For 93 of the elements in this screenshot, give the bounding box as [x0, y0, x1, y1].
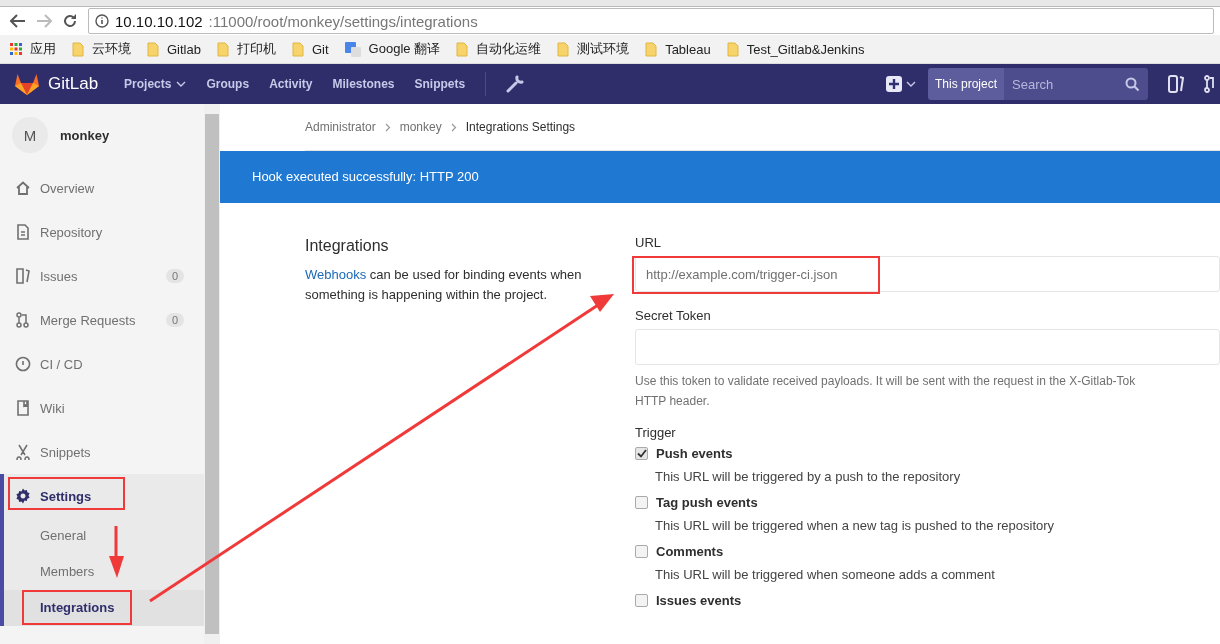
- checkbox[interactable]: [635, 544, 648, 558]
- chevron-right-icon: [450, 122, 457, 132]
- chevron-down-icon: [906, 81, 916, 87]
- bookmark[interactable]: 云环境: [72, 40, 131, 58]
- chevron-down-icon: [176, 81, 187, 87]
- back-icon[interactable]: [10, 14, 26, 28]
- sidebar-subitem[interactable]: Members: [4, 554, 204, 590]
- sidebar-item[interactable]: Merge Requests 0: [0, 298, 204, 342]
- scrollbar[interactable]: [204, 104, 220, 644]
- sidebar-item[interactable]: Snippets: [0, 430, 204, 474]
- sidebar-item[interactable]: Wiki: [0, 386, 204, 430]
- token-input-field[interactable]: [635, 329, 1220, 365]
- project-name[interactable]: monkey: [60, 127, 110, 143]
- checkbox-label[interactable]: Comments: [656, 543, 724, 559]
- sidebar-item[interactable]: Repository: [0, 210, 204, 254]
- field-label: Secret Token: [635, 308, 712, 323]
- breadcrumb-link[interactable]: monkey: [399, 120, 442, 134]
- folder-icon: [147, 41, 159, 57]
- checkbox-label[interactable]: Issues events: [656, 592, 742, 608]
- checkbox[interactable]: [635, 593, 648, 607]
- nav-link[interactable]: Snippets: [414, 77, 466, 91]
- wrench-icon[interactable]: [506, 75, 525, 93]
- home-icon: [15, 180, 31, 196]
- search-field[interactable]: Search: [1004, 68, 1148, 100]
- folder-icon: [456, 41, 469, 57]
- merge-icon: [15, 312, 31, 328]
- brand-name[interactable]: GitLab: [48, 74, 99, 94]
- breadcrumb-link[interactable]: Administrator: [305, 120, 376, 134]
- annotation-arrow: [109, 526, 124, 578]
- folder-icon: [726, 41, 739, 57]
- ci-icon: [15, 356, 31, 372]
- new-dropdown-button[interactable]: [886, 76, 916, 92]
- section-description: Webhooks can be used for binding events when something is happening within the project.: [305, 266, 583, 304]
- sidebar-item[interactable]: CI / CD: [0, 342, 204, 386]
- help-text: This URL will be triggered when someone adds a comment: [654, 567, 996, 582]
- apps-grid-icon: [10, 43, 22, 55]
- bookmark[interactable]: Test_Gitlab&Jenkins: [726, 41, 865, 57]
- checkbox[interactable]: [635, 446, 648, 460]
- bookmark[interactable]: Google 翻译: [344, 40, 441, 58]
- folder-icon: [645, 41, 658, 57]
- breadcrumb-current: Integrations Settings: [465, 120, 576, 134]
- help-text: Use this token to validate received payloads. It will be sent with the request in the X-Gitlab-Tok HTTP header.: [635, 373, 1137, 410]
- field-label: URL: [635, 235, 662, 250]
- nav-link[interactable]: Milestones: [332, 77, 395, 91]
- bookmark[interactable]: Gitlab: [147, 41, 201, 57]
- count-badge: 0: [165, 269, 184, 283]
- translate-icon: [344, 41, 361, 57]
- bookmark[interactable]: 打印机: [216, 40, 276, 58]
- url-input-field[interactable]: http://example.com/trigger-ci.json: [635, 256, 1220, 292]
- issues-icon[interactable]: [1168, 75, 1184, 93]
- info-icon: [95, 14, 109, 28]
- nav-link[interactable]: Projects: [124, 77, 187, 91]
- folder-icon: [72, 41, 84, 57]
- bookmark[interactable]: 应用: [10, 40, 56, 58]
- checkbox-label[interactable]: Push events: [656, 445, 733, 461]
- folder-icon: [291, 41, 304, 57]
- checkbox-label[interactable]: Tag push events: [656, 494, 758, 510]
- bookmark[interactable]: Tableau: [645, 41, 711, 57]
- chevron-right-icon: [384, 122, 391, 132]
- count-badge: 0: [165, 313, 184, 327]
- bookmark[interactable]: 测试环境: [557, 40, 630, 58]
- search-scope-label[interactable]: This project: [928, 68, 1005, 100]
- project-avatar[interactable]: M: [12, 117, 48, 153]
- nav-link[interactable]: Groups: [206, 77, 250, 91]
- scrollbar-thumb[interactable]: [205, 114, 219, 634]
- address-bar[interactable]: 10.10.10.102 :11000/root/monkey/settings/integrations: [88, 8, 1214, 34]
- doc-icon: [15, 224, 31, 240]
- sidebar-subitem[interactable]: General: [4, 518, 204, 554]
- help-text: This URL will be triggered by a push to the repository: [654, 469, 962, 484]
- plus-icon: [886, 76, 902, 92]
- sidebar-subitem[interactable]: Integrations: [4, 590, 204, 626]
- help-text: This URL will be triggered when a new tag is pushed to the repository: [654, 518, 1056, 533]
- bookmark[interactable]: 自动化运维: [456, 40, 542, 58]
- folder-icon: [216, 41, 229, 57]
- scissors-icon: [15, 444, 31, 460]
- bookmark[interactable]: Git: [291, 41, 329, 57]
- webhooks-link[interactable]: Webhooks: [305, 267, 367, 282]
- checkbox[interactable]: [635, 495, 648, 509]
- sidebar-item[interactable]: Overview: [0, 166, 204, 210]
- merge-request-icon[interactable]: [1204, 75, 1216, 93]
- flash-banner: Hook executed successfully: HTTP 200: [220, 151, 1220, 203]
- nav-link[interactable]: Activity: [269, 77, 313, 91]
- sidebar-item[interactable]: Settings: [4, 474, 204, 518]
- field-label: Trigger: [635, 425, 677, 440]
- folder-icon: [557, 41, 570, 57]
- book-icon: [15, 400, 31, 416]
- gear-icon: [15, 488, 31, 504]
- search-icon: [1125, 77, 1140, 92]
- issues-icon: [15, 268, 31, 284]
- sidebar-item[interactable]: Issues 0: [0, 254, 204, 298]
- fox-logo-icon[interactable]: [14, 72, 40, 96]
- section-title: Integrations: [305, 237, 390, 255]
- reload-icon[interactable]: [62, 13, 78, 29]
